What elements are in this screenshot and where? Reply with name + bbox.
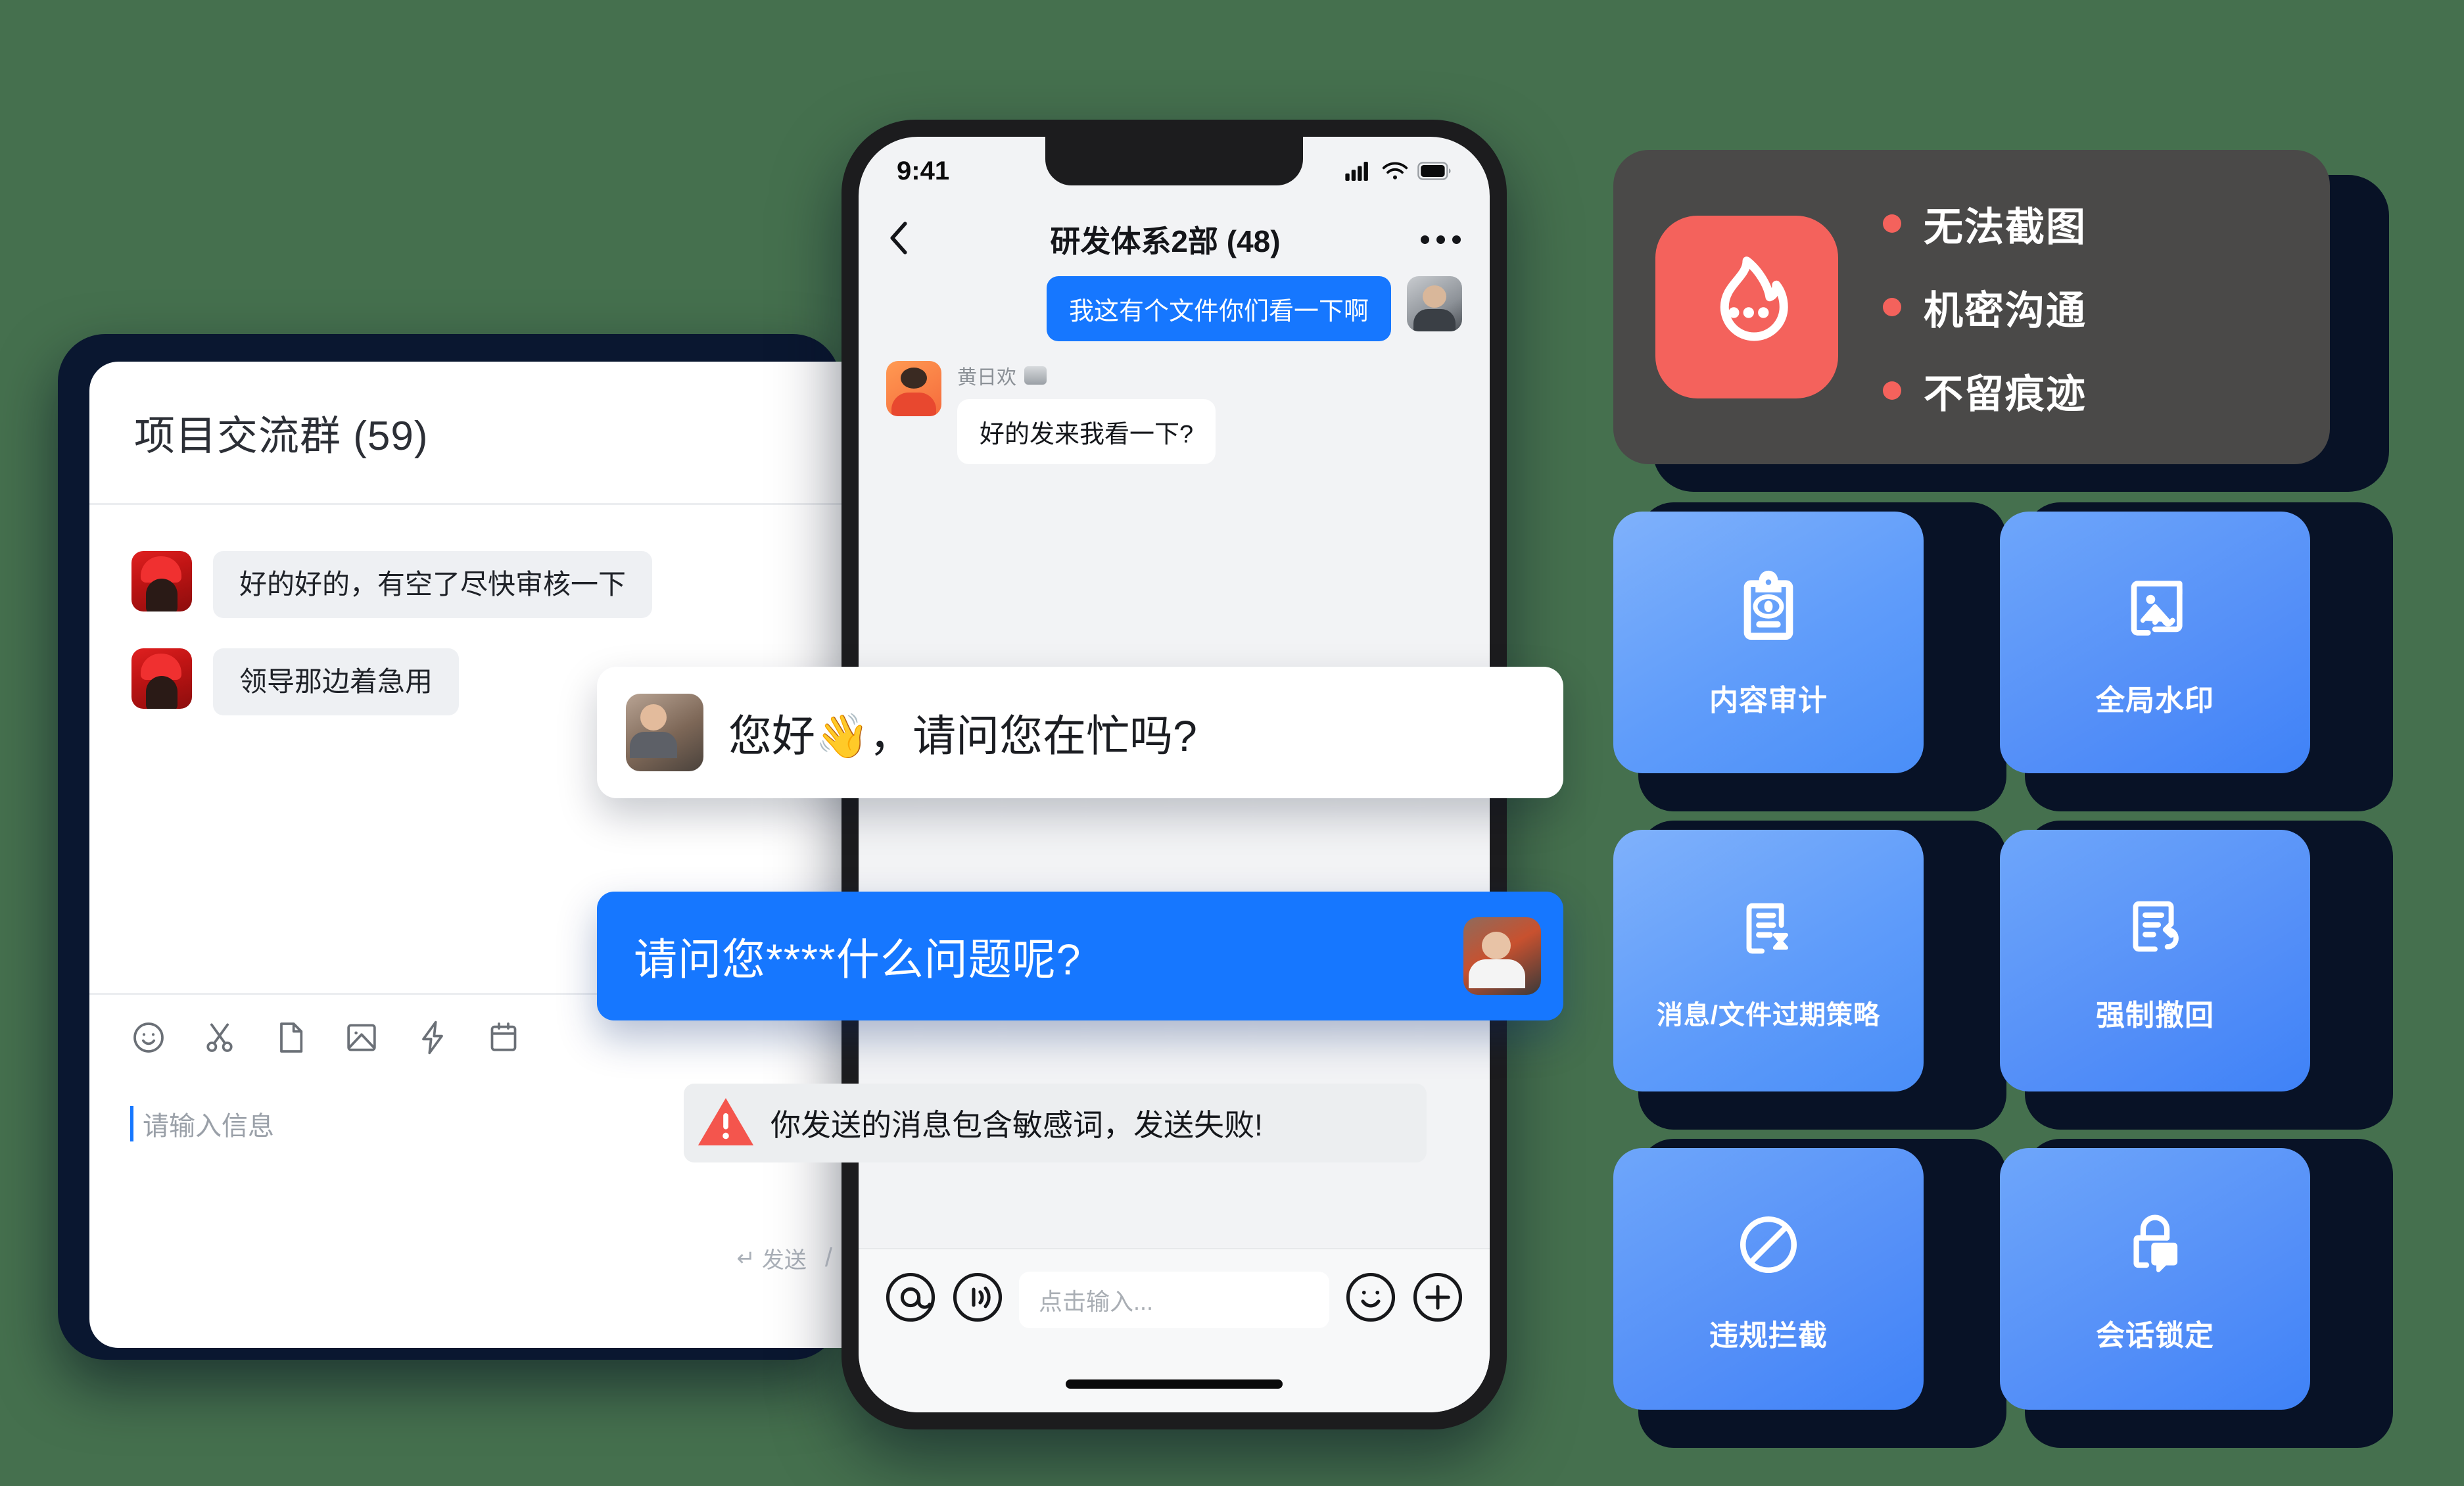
floating-white-message: 您好👋，请问您在忙吗? — [597, 667, 1563, 798]
phone-text-input[interactable]: 点击输入... — [1019, 1272, 1329, 1328]
list-item: 不留痕迹 — [1883, 362, 2087, 419]
list-item: 机密沟通 — [1883, 279, 2087, 336]
scissors-icon[interactable] — [201, 1019, 238, 1056]
feature-label: 违规拦截 — [1709, 1320, 1828, 1352]
input-placeholder: 点击输入... — [1039, 1288, 1154, 1315]
page-title: 项目交流群 (59) — [134, 414, 429, 459]
floating-blue-message: 请问您****什么问题呢? — [597, 892, 1563, 1020]
feature-card-expiry-policy[interactable]: 消息/文件过期策略 — [1613, 830, 1924, 1091]
file-icon[interactable] — [272, 1019, 309, 1056]
at-icon[interactable] — [885, 1272, 936, 1323]
message-sender: 黄日欢 — [957, 361, 1216, 390]
message-bubble-incoming: 好的发来我看一下? — [957, 399, 1216, 464]
feature-label: 强制撤回 — [2096, 999, 2214, 1032]
bullet-label: 机密沟通 — [1924, 288, 2087, 333]
list-item: 黄日欢 好的发来我看一下? — [886, 361, 1462, 464]
list-item: 我这有个文件你们看一下啊 — [886, 276, 1462, 341]
phone-home-indicator — [1066, 1379, 1283, 1389]
avatar — [886, 361, 941, 416]
desktop-message-input[interactable]: 请输入信息 — [130, 1105, 274, 1143]
rank-badge-icon — [1024, 366, 1047, 385]
message-bubble-outgoing: 我这有个文件你们看一下啊 — [1046, 276, 1391, 341]
bullet-label: 不留痕迹 — [1924, 372, 2087, 416]
image-icon[interactable] — [343, 1019, 380, 1056]
battery-icon — [1417, 162, 1452, 180]
list-item: 好的好的，有空了尽快审核一下 — [131, 551, 872, 619]
message-text: 您好👋，请问您在忙吗? — [728, 711, 1197, 760]
input-placeholder: 请输入信息 — [143, 1112, 274, 1141]
send-divider: / — [824, 1243, 832, 1272]
enter-key-icon: ↵ — [736, 1245, 755, 1271]
bullet-dot-icon — [1883, 381, 1901, 400]
floating-warning-toast: 你发送的消息包含敏感词，发送失败! — [684, 1084, 1427, 1162]
feature-label: 内容审计 — [1709, 684, 1828, 717]
desktop-window-shell: 项目交流群 (59) 好的好的，有空了尽快审核一下 领导那边着急用 请输入信息 … — [58, 334, 872, 1360]
status-time: 9:41 — [897, 156, 950, 185]
lightning-icon[interactable] — [414, 1019, 451, 1056]
calendar-icon[interactable] — [485, 1019, 522, 1056]
highlight-card: 无法截图 机密沟通 不留痕迹 — [1613, 150, 2330, 464]
avatar — [131, 551, 192, 611]
status-indicators — [1345, 161, 1452, 181]
content-audit-icon — [1726, 566, 1811, 650]
text-caret — [130, 1106, 133, 1141]
avatar — [1407, 276, 1462, 331]
voice-broadcast-icon[interactable] — [952, 1272, 1003, 1323]
bullet-dot-icon — [1883, 214, 1901, 233]
more-dots-icon[interactable] — [1420, 235, 1461, 244]
avatar — [131, 648, 192, 709]
bullet-label: 无法截图 — [1924, 204, 2087, 249]
avatar — [1463, 917, 1541, 995]
warning-text: 你发送的消息包含敏感词，发送失败! — [770, 1108, 1263, 1142]
emoji-icon[interactable] — [130, 1019, 167, 1056]
feature-label: 会话锁定 — [2096, 1320, 2214, 1352]
desktop-header: 项目交流群 (59) — [89, 362, 872, 505]
feature-label: 全局水印 — [2096, 684, 2214, 717]
expiry-policy-icon — [1730, 890, 1807, 967]
feature-card-block-violation[interactable]: 违规拦截 — [1613, 1148, 1924, 1410]
chat-title: 研发体系2部 (48) — [1050, 224, 1281, 258]
send-label: 发送 — [761, 1248, 807, 1273]
phone-message-list: 我这有个文件你们看一下啊 黄日欢 好的发来我看一下? — [859, 276, 1490, 464]
phone-nav-bar: 研发体系2部 (48) — [859, 205, 1490, 274]
message-bubble: 领导那边着急用 — [213, 648, 460, 716]
global-watermark-icon — [2113, 566, 2197, 650]
feature-label: 消息/文件过期策略 — [1656, 1001, 1881, 1030]
sender-name: 黄日欢 — [957, 367, 1016, 389]
highlight-bullet-list: 无法截图 机密沟通 不留痕迹 — [1883, 195, 2087, 419]
desktop-toolbar — [130, 1019, 522, 1056]
cellular-signal-icon — [1345, 161, 1373, 181]
avatar — [626, 694, 703, 771]
screenshot-stage: 项目交流群 (59) 好的好的，有空了尽快审核一下 领导那边着急用 请输入信息 … — [0, 0, 2464, 1486]
plus-icon[interactable] — [1412, 1272, 1463, 1323]
feature-panel: 无法截图 机密沟通 不留痕迹 内容审计 全局水印 消息/文件过期策略 强制撤回 … — [1598, 137, 2419, 1448]
warning-triangle-icon — [696, 1091, 756, 1152]
feature-card-session-lock[interactable]: 会话锁定 — [2000, 1148, 2310, 1410]
feature-card-force-recall[interactable]: 强制撤回 — [2000, 830, 2310, 1091]
message-text: 请问您****什么问题呢? — [634, 935, 1081, 984]
desktop-chat-window: 项目交流群 (59) 好的好的，有空了尽快审核一下 领导那边着急用 请输入信息 … — [89, 362, 872, 1348]
list-item: 无法截图 — [1883, 195, 2087, 252]
wifi-icon — [1382, 161, 1408, 181]
force-recall-icon — [2116, 888, 2194, 965]
session-lock-icon — [2114, 1204, 2196, 1285]
back-chevron-icon[interactable] — [888, 220, 910, 259]
bullet-dot-icon — [1883, 298, 1901, 316]
flame-chat-icon — [1655, 216, 1838, 398]
message-bubble: 好的好的，有空了尽快审核一下 — [213, 551, 653, 619]
emoji-icon[interactable] — [1345, 1272, 1396, 1323]
feature-card-global-watermark[interactable]: 全局水印 — [2000, 512, 2310, 773]
phone-status-bar: 9:41 — [859, 137, 1490, 205]
block-violation-icon — [1728, 1204, 1809, 1285]
feature-card-content-audit[interactable]: 内容审计 — [1613, 512, 1924, 773]
send-button[interactable]: ↵ 发送 / — [736, 1242, 832, 1274]
